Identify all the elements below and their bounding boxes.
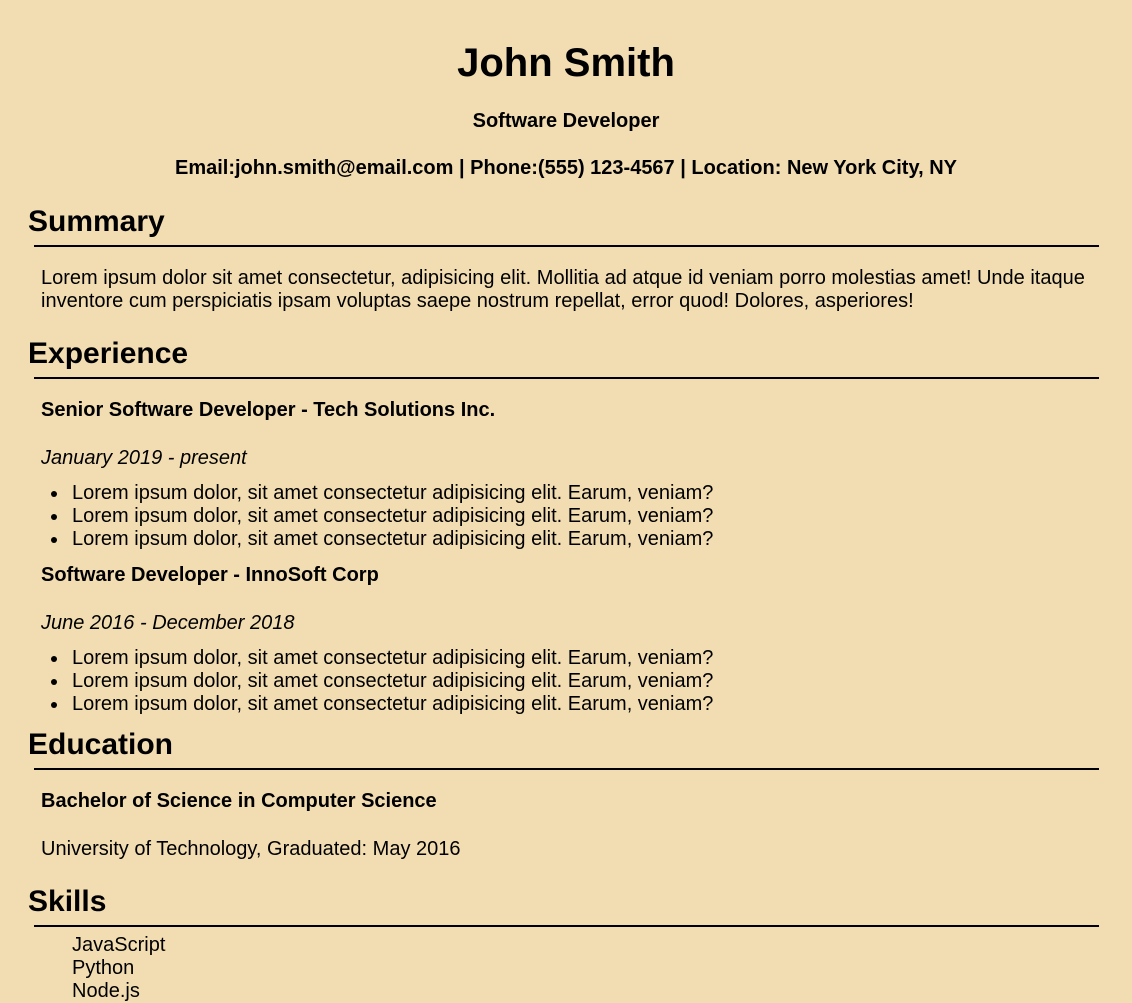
education-heading: Education	[28, 728, 174, 761]
list-item: Lorem ipsum dolor, sit amet consectetur …	[50, 670, 714, 692]
job-dates-1: January 2019 - present	[41, 447, 247, 469]
skills-divider	[34, 925, 1099, 927]
job-title-2: Software Developer - InnoSoft Corp	[41, 564, 379, 586]
job-bullets-2: Lorem ipsum dolor, sit amet consectetur …	[50, 647, 714, 716]
job-bullets-1: Lorem ipsum dolor, sit amet consectetur …	[50, 482, 714, 551]
summary-text: Lorem ipsum dolor sit amet consectetur, …	[41, 267, 1085, 312]
list-item: Lorem ipsum dolor, sit amet consectetur …	[50, 647, 714, 669]
list-item: Lorem ipsum dolor, sit amet consectetur …	[50, 505, 714, 527]
education-detail: University of Technology, Graduated: May…	[41, 838, 461, 860]
summary-divider	[34, 245, 1099, 247]
job-title-1: Senior Software Developer - Tech Solutio…	[41, 399, 496, 421]
job-dates-2: June 2016 - December 2018	[41, 612, 295, 634]
education-divider	[34, 768, 1099, 770]
candidate-name: John Smith	[457, 41, 675, 85]
list-item: Lorem ipsum dolor, sit amet consectetur …	[50, 693, 714, 715]
experience-heading: Experience	[28, 337, 189, 370]
degree-title: Bachelor of Science in Computer Science	[41, 790, 437, 812]
skill-item: Node.js	[72, 980, 140, 1002]
list-item: Lorem ipsum dolor, sit amet consectetur …	[50, 482, 714, 504]
resume-page: John Smith Software Developer Email:john…	[0, 0, 1132, 1002]
experience-divider	[34, 377, 1099, 379]
skill-item: JavaScript	[72, 934, 166, 956]
summary-heading: Summary	[28, 205, 165, 238]
candidate-title: Software Developer	[472, 110, 660, 132]
list-item: Lorem ipsum dolor, sit amet consectetur …	[50, 528, 714, 550]
skill-item: Python	[72, 957, 135, 979]
skills-heading: Skills	[28, 885, 107, 918]
contact-info: Email:john.smith@email.com | Phone:(555)…	[174, 157, 957, 179]
